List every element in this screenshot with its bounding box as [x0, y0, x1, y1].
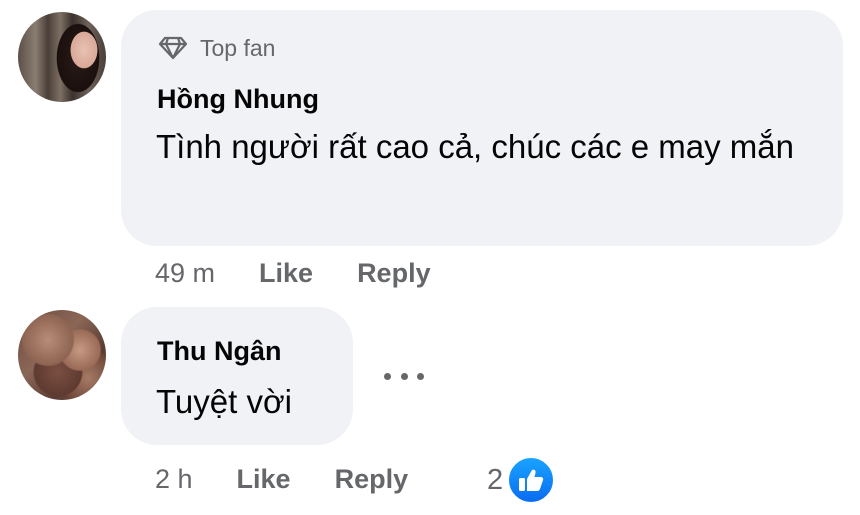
comment-actions: 49 m Like Reply — [155, 256, 431, 290]
reaction-summary[interactable]: 2 — [487, 455, 557, 505]
avatar-thu-ngan[interactable] — [18, 310, 106, 400]
dot — [417, 372, 424, 380]
more-options-icon[interactable] — [384, 366, 424, 386]
comment-author[interactable]: Thu Ngân — [157, 336, 281, 367]
comment-text: Tình người rất cao cả, chúc các e may mắ… — [156, 128, 795, 165]
badge-label: Top fan — [200, 34, 276, 61]
like-button[interactable]: Like — [259, 258, 313, 289]
comment-thread: Top fan Hồng Nhung Tình người rất cao cả… — [0, 0, 860, 515]
like-reaction-icon — [506, 455, 557, 505]
diamond-icon — [158, 36, 188, 60]
dot — [384, 372, 391, 380]
avatar-hong-nhung[interactable] — [18, 12, 106, 102]
top-fan-badge: Top fan — [158, 34, 275, 62]
reply-button[interactable]: Reply — [357, 258, 431, 289]
comment-author[interactable]: Hồng Nhung — [157, 84, 319, 115]
comment-timestamp[interactable]: 2 h — [155, 464, 193, 495]
comment-text: Tuyệt vời — [156, 383, 292, 420]
reaction-count: 2 — [487, 463, 504, 496]
comment-actions: 2 h Like Reply — [155, 462, 408, 496]
dot — [400, 372, 408, 380]
thumbs-up-icon — [519, 469, 544, 491]
reply-button[interactable]: Reply — [335, 464, 409, 495]
like-button[interactable]: Like — [237, 464, 291, 495]
comment-timestamp[interactable]: 49 m — [155, 258, 215, 289]
